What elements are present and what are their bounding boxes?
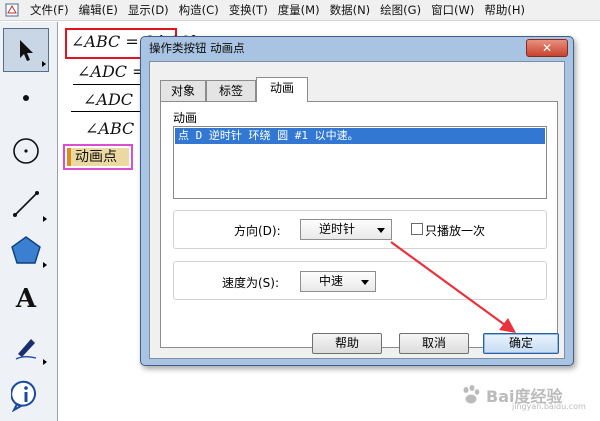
- animate-point-label: 动画点: [67, 148, 129, 166]
- direction-dropdown[interactable]: 逆时针: [300, 219, 392, 240]
- speed-dropdown[interactable]: 中速: [300, 271, 376, 292]
- menu-edit[interactable]: 编辑(E): [74, 0, 123, 20]
- menu-bar: 文件(F) 编辑(E) 显示(D) 构造(C) 变换(T) 度量(M) 数据(N…: [0, 0, 600, 21]
- straightedge-tool[interactable]: [3, 182, 49, 226]
- help-button[interactable]: 帮助: [312, 333, 382, 354]
- baidu-watermark: Bai度经验 jingyan.baidu.com: [460, 375, 586, 415]
- play-once-label: 只播放一次: [425, 224, 486, 238]
- chevron-down-icon: [377, 228, 385, 233]
- paw-logo-icon: [463, 385, 480, 404]
- line-segment-icon: [13, 191, 39, 217]
- compass-tool[interactable]: [3, 129, 49, 173]
- marker-tool[interactable]: [3, 325, 49, 369]
- app-icon[interactable]: [3, 1, 21, 19]
- measurement-adc[interactable]: ∠ADC =: [77, 62, 146, 81]
- pen-icon: [15, 339, 37, 360]
- ok-button[interactable]: 确定: [483, 333, 559, 354]
- circle-icon: [13, 138, 39, 164]
- point-icon: [23, 95, 29, 101]
- watermark-url: jingyan.baidu.com: [512, 402, 586, 411]
- direction-label: 方向(D):: [234, 224, 281, 238]
- menu-file[interactable]: 文件(F): [25, 0, 74, 20]
- toolbox: A: [0, 22, 58, 421]
- direction-value: 逆时针: [319, 222, 356, 236]
- tab-object[interactable]: 对象: [160, 80, 206, 101]
- point-tool[interactable]: [3, 76, 49, 120]
- measurement-adc-2[interactable]: ∠ADC: [83, 90, 133, 109]
- polygon-tool[interactable]: [3, 228, 49, 272]
- list-item[interactable]: 点 D 逆时针 环绕 圆 #1 以中速。: [175, 128, 545, 144]
- divider-line-2: [71, 111, 151, 112]
- speed-value: 中速: [319, 274, 344, 288]
- tab-animation[interactable]: 动画: [256, 77, 308, 102]
- menu-measure[interactable]: 度量(M): [273, 0, 325, 20]
- animation-tab-panel: 动画 点 D 逆时针 环绕 圆 #1 以中速。 方向(D): 逆时针 只播放一次…: [160, 101, 558, 348]
- information-tool[interactable]: [3, 374, 49, 418]
- text-tool[interactable]: A: [3, 277, 49, 321]
- info-icon: [11, 380, 37, 412]
- animation-list-caption: 动画: [173, 111, 198, 125]
- measurement-abc-2[interactable]: ∠ABC: [85, 119, 134, 138]
- chevron-down-icon: [361, 280, 369, 285]
- animate-point-button[interactable]: 动画点: [63, 144, 133, 170]
- menu-data[interactable]: 数据(N): [325, 0, 376, 20]
- close-button[interactable]: ✕: [526, 39, 568, 57]
- tab-label[interactable]: 标签: [206, 80, 256, 101]
- direction-group: 方向(D): 逆时针 只播放一次: [173, 210, 547, 249]
- animation-list[interactable]: 点 D 逆时针 环绕 圆 #1 以中速。: [173, 126, 547, 199]
- play-once-checkbox[interactable]: [411, 223, 423, 235]
- menu-window[interactable]: 窗口(W): [426, 0, 479, 20]
- speed-label: 速度为(S):: [222, 276, 280, 290]
- text-a-icon: A: [15, 284, 37, 314]
- cancel-button[interactable]: 取消: [399, 333, 469, 354]
- arrow-pointer-icon: [20, 40, 33, 61]
- dialog-body: 对象 标签 动画 动画 点 D 逆时针 环绕 圆 #1 以中速。 方向(D): …: [149, 61, 565, 359]
- speed-group: 速度为(S): 中速: [173, 261, 547, 300]
- dialog-title: 操作类按钮 动画点: [149, 41, 245, 55]
- pentagon-icon: [11, 236, 41, 264]
- menu-graph[interactable]: 绘图(G): [375, 0, 426, 20]
- menu-transform[interactable]: 变换(T): [224, 0, 273, 20]
- menu-display[interactable]: 显示(D): [123, 0, 174, 20]
- action-button-dialog: 操作类按钮 动画点 ✕ 对象 标签 动画 动画 点 D 逆时针 环绕 圆 #1 …: [140, 36, 574, 366]
- menu-construct[interactable]: 构造(C): [174, 0, 224, 20]
- menu-help[interactable]: 帮助(H): [479, 0, 530, 20]
- arrow-select-tool[interactable]: [3, 28, 49, 72]
